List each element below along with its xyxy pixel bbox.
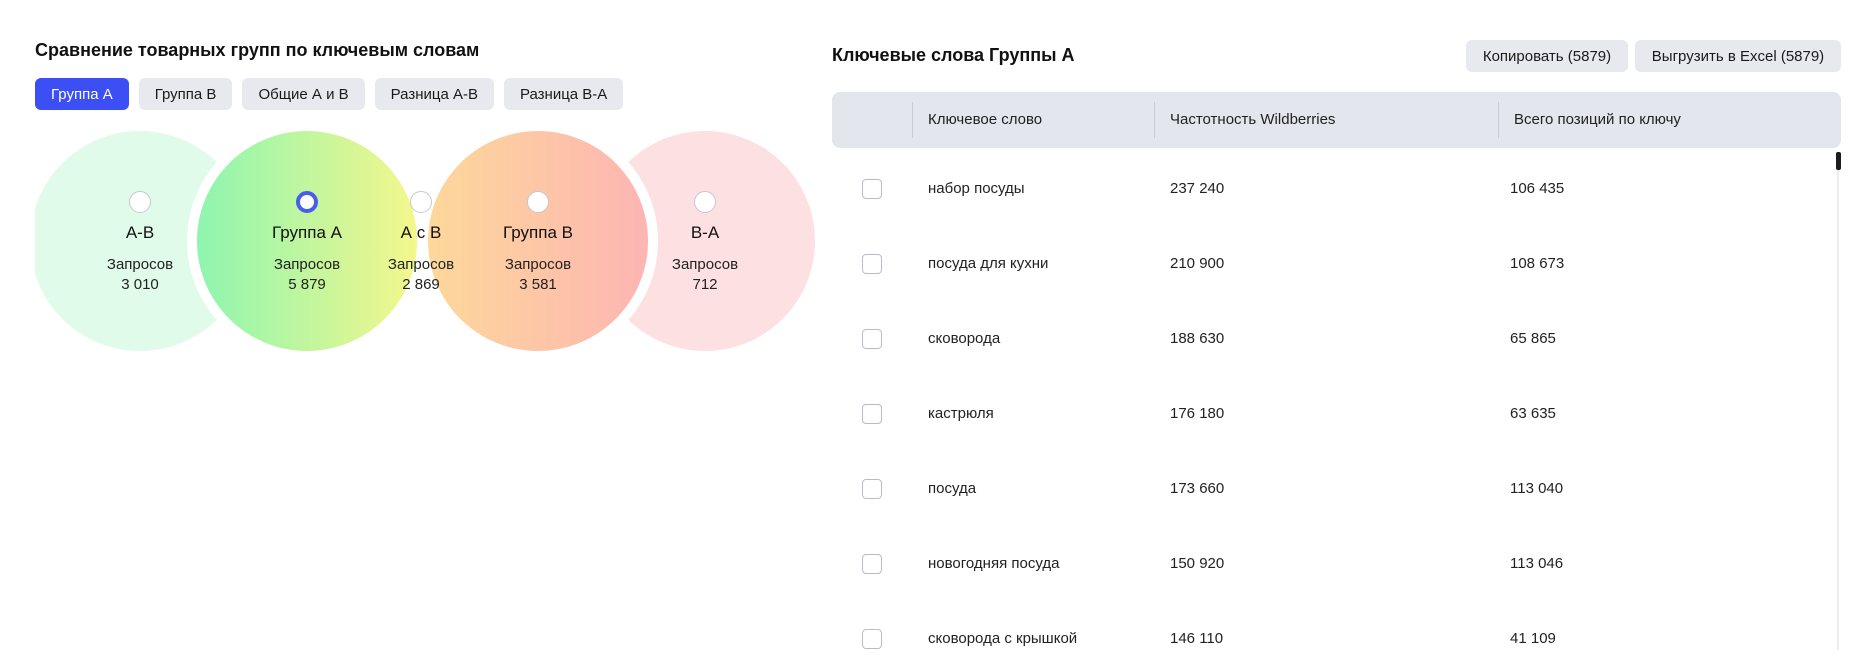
venn-intersection-metric: Запросов <box>387 256 455 273</box>
venn-group-a-metric: Запросов <box>273 256 341 273</box>
frequency-cell: 210 900 <box>1170 255 1225 272</box>
tab-diff-a-b[interactable]: Разница А-B <box>374 78 494 110</box>
venn-group-a-name: Группа А <box>272 223 342 242</box>
column-separator <box>912 102 913 138</box>
column-separator <box>1498 102 1499 138</box>
table-row: посуда для кухни 210 900 108 673 <box>832 225 1832 300</box>
venn-a-only-radio[interactable] <box>129 191 151 213</box>
positions-cell: 41 109 <box>1510 630 1556 647</box>
positions-cell: 65 865 <box>1510 330 1556 347</box>
table-row: сковорода с крышкой 146 110 41 109 <box>832 600 1832 670</box>
venn-group-a-count: 5 879 <box>288 276 326 293</box>
frequency-cell: 176 180 <box>1170 405 1225 422</box>
tab-group-b[interactable]: Группа B <box>138 78 233 110</box>
keyword-cell: посуда <box>928 480 977 497</box>
keywords-table-header: Ключевое слово Частотность Wildberries В… <box>832 92 1841 148</box>
row-checkbox[interactable] <box>862 479 882 499</box>
tab-common-a-b[interactable]: Общие А и B <box>242 78 365 110</box>
keywords-table-body: набор посуды 237 240 106 435 посуда для … <box>832 150 1841 670</box>
column-header-frequency[interactable]: Частотность Wildberries <box>1170 92 1335 148</box>
column-header-positions[interactable]: Всего позиций по ключу <box>1514 92 1681 148</box>
table-row: новогодняя посуда 150 920 113 046 <box>832 525 1832 600</box>
keyword-cell: сковорода <box>928 330 1001 347</box>
keyword-cell: набор посуды <box>928 180 1025 197</box>
venn-group-a-radio[interactable] <box>296 191 318 213</box>
venn-group-b-name: Группа В <box>503 223 573 242</box>
venn-b-only-name: В-А <box>690 223 720 242</box>
venn-intersection-name: А с В <box>400 223 442 242</box>
table-scrollbar-thumb[interactable] <box>1836 152 1841 170</box>
row-checkbox[interactable] <box>862 329 882 349</box>
venn-a-only-count: 3 010 <box>121 276 159 293</box>
positions-cell: 108 673 <box>1510 255 1565 272</box>
copy-button[interactable]: Копировать (5879) <box>1466 40 1628 72</box>
frequency-cell: 173 660 <box>1170 480 1225 497</box>
row-checkbox[interactable] <box>862 404 882 424</box>
comparison-title: Сравнение товарных групп по ключевым сло… <box>35 40 480 60</box>
venn-b-only-metric: Запросов <box>671 256 739 273</box>
row-checkbox[interactable] <box>862 554 882 574</box>
keyword-cell: посуда для кухни <box>928 255 1049 272</box>
positions-cell: 113 040 <box>1510 480 1564 497</box>
export-excel-button[interactable]: Выгрузить в Excel (5879) <box>1635 40 1841 72</box>
keywords-title: Ключевые слова Группы А <box>832 45 1075 65</box>
venn-b-only-radio[interactable] <box>694 191 716 213</box>
table-row: посуда 173 660 113 040 <box>832 450 1832 525</box>
keyword-cell: новогодняя посуда <box>928 555 1060 572</box>
positions-cell: 63 635 <box>1510 405 1556 422</box>
column-header-keyword[interactable]: Ключевое слово <box>928 92 1042 148</box>
row-checkbox[interactable] <box>862 179 882 199</box>
frequency-cell: 146 110 <box>1170 630 1224 647</box>
table-scrollbar-track[interactable] <box>1837 170 1839 650</box>
venn-b-only-label: В-А Запросов 712 <box>672 223 738 295</box>
keyword-cell: кастрюля <box>928 405 994 422</box>
column-separator <box>1154 102 1155 138</box>
venn-b-only-count: 712 <box>692 276 718 293</box>
frequency-cell: 188 630 <box>1170 330 1225 347</box>
venn-group-b-radio[interactable] <box>527 191 549 213</box>
venn-a-only-metric: Запросов <box>106 256 174 273</box>
row-checkbox[interactable] <box>862 254 882 274</box>
group-filter-tabs: Группа А Группа B Общие А и B Разница А-… <box>35 78 624 110</box>
positions-cell: 106 435 <box>1510 180 1565 197</box>
venn-intersection-count: 2 869 <box>402 276 440 293</box>
row-checkbox[interactable] <box>862 629 882 649</box>
table-row: набор посуды 237 240 106 435 <box>832 150 1832 225</box>
table-row: сковорода 188 630 65 865 <box>832 300 1832 375</box>
venn-intersection-radio[interactable] <box>410 191 432 213</box>
venn-intersection-label: А с В Запросов 2 869 <box>388 223 454 295</box>
venn-group-b-count: 3 581 <box>519 276 557 293</box>
venn-group-b-metric: Запросов <box>504 256 572 273</box>
table-row: кастрюля 176 180 63 635 <box>832 375 1832 450</box>
frequency-cell: 237 240 <box>1170 180 1225 197</box>
venn-group-a-label: Группа А Запросов 5 879 <box>272 223 342 295</box>
positions-cell: 113 046 <box>1510 555 1564 572</box>
frequency-cell: 150 920 <box>1170 555 1225 572</box>
tab-group-a[interactable]: Группа А <box>35 78 129 110</box>
venn-a-only-label: А-В Запросов 3 010 <box>107 223 173 295</box>
venn-diagram: А-В Запросов 3 010 Группа А Запросов 5 8… <box>35 128 815 354</box>
keyword-cell: сковорода с крышкой <box>928 630 1078 647</box>
venn-group-b-label: Группа В Запросов 3 581 <box>503 223 573 295</box>
tab-diff-b-a[interactable]: Разница B-А <box>503 78 624 110</box>
venn-a-only-name: А-В <box>125 223 155 242</box>
